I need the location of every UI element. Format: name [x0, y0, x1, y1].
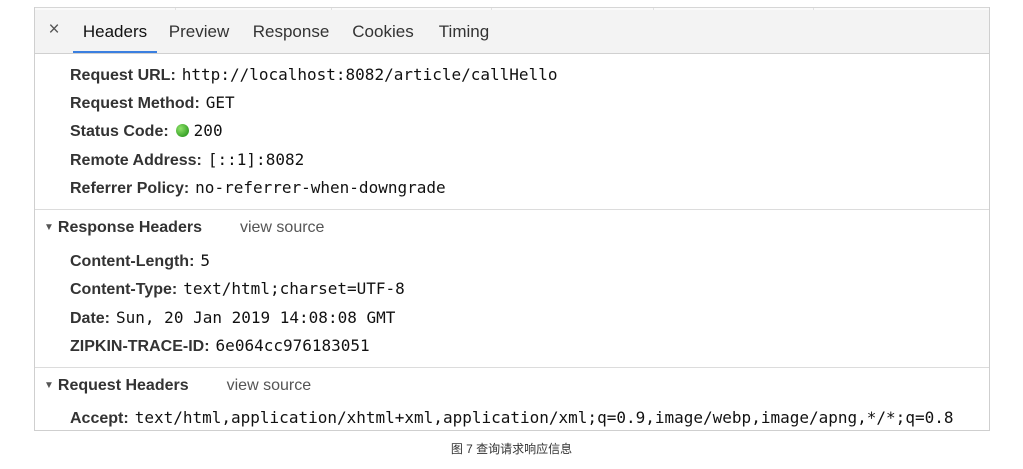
header-key: Date:	[70, 310, 111, 327]
request-url-row: Request URL: http://localhost:8082/articl…	[70, 64, 557, 86]
request-headers-header[interactable]: ▼ Request Headers view source	[44, 375, 311, 397]
header-value: text/html;charset=UTF-8	[183, 279, 405, 298]
request-url-value: http://localhost:8082/article/callHello	[181, 65, 558, 84]
request-headers-title[interactable]: Request Headers	[58, 377, 189, 394]
header-value: Sun, 20 Jan 2019 14:08:08 GMT	[116, 308, 396, 327]
header-value: 5	[200, 251, 211, 270]
tab-response[interactable]: Response	[247, 10, 335, 53]
tab-bar: × Headers Preview Response Cookies Timin…	[35, 10, 989, 54]
response-headers-header[interactable]: ▼ Response Headers view source	[44, 217, 324, 239]
status-ok-icon	[175, 124, 189, 137]
header-key: ZIPKIN-TRACE-ID:	[70, 338, 210, 355]
divider	[35, 367, 989, 368]
status-code-key: Status Code:	[70, 123, 169, 140]
divider	[35, 209, 989, 210]
response-header-row: Content-Type: text/html;charset=UTF-8	[70, 278, 405, 300]
triangle-down-icon[interactable]: ▼	[44, 217, 54, 239]
response-header-row: Date: Sun, 20 Jan 2019 14:08:08 GMT	[70, 307, 395, 329]
response-headers-title[interactable]: Response Headers	[58, 219, 202, 236]
response-view-source-link[interactable]: view source	[240, 219, 324, 236]
referrer-policy-value: no-referrer-when-downgrade	[195, 178, 446, 197]
figure-caption: 图 7 查询请求响应信息	[450, 442, 573, 456]
header-value: 6e064cc976183051	[215, 336, 370, 355]
triangle-down-icon[interactable]: ▼	[44, 375, 54, 397]
response-header-row: ZIPKIN-TRACE-ID: 6e064cc976183051	[70, 335, 370, 357]
response-header-row: Content-Length: 5	[70, 250, 210, 272]
tab-cookies[interactable]: Cookies	[347, 10, 419, 53]
request-view-source-link[interactable]: view source	[227, 377, 311, 394]
referrer-policy-row: Referrer Policy: no-referrer-when-downgra…	[70, 177, 446, 199]
header-value: text/html,application/xhtml+xml,applicat…	[134, 408, 954, 427]
header-key: Content-Length:	[70, 253, 195, 270]
tab-preview[interactable]: Preview	[163, 10, 235, 53]
status-code-value: 200	[193, 121, 223, 140]
tab-headers[interactable]: Headers	[73, 10, 157, 53]
remote-address-key: Remote Address:	[70, 152, 202, 169]
status-code-row: Status Code: 200	[70, 120, 223, 142]
request-url-key: Request URL:	[70, 67, 176, 84]
tab-timing[interactable]: Timing	[433, 10, 495, 53]
header-key: Content-Type:	[70, 281, 178, 298]
request-method-row: Request Method: GET	[70, 92, 235, 114]
request-method-key: Request Method:	[70, 95, 200, 112]
referrer-policy-key: Referrer Policy:	[70, 180, 190, 197]
devtools-network-panel: × Headers Preview Response Cookies Timin…	[34, 7, 990, 431]
request-method-value: GET	[205, 93, 235, 112]
remote-address-row: Remote Address: [::1]:8082	[70, 149, 304, 171]
remote-address-value: [::1]:8082	[207, 150, 305, 169]
request-header-row: Accept: text/html,application/xhtml+xml,a…	[70, 407, 953, 429]
header-key: Accept:	[70, 410, 129, 427]
close-icon[interactable]: ×	[45, 20, 63, 39]
